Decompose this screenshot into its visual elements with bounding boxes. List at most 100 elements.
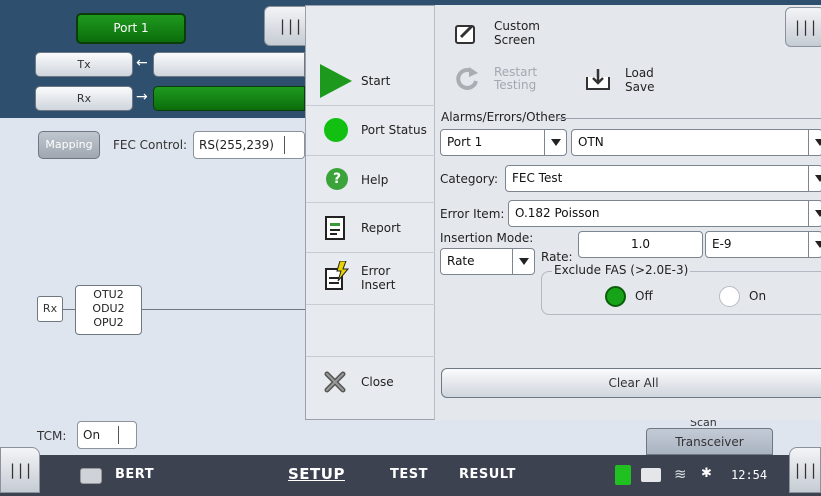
error-insert-label-line2: Insert — [361, 278, 396, 292]
tx-bar — [153, 52, 305, 77]
otn-select[interactable]: OTN — [571, 129, 821, 156]
tcm-label: TCM: — [37, 429, 67, 443]
otu-stack-box[interactable]: OTU2 ODU2 OPU2 — [75, 285, 142, 335]
exclude-fas-on-radio[interactable]: On — [719, 286, 789, 308]
rate-value-field[interactable]: 1.0 — [578, 231, 703, 258]
fec-control-label: FEC Control: — [113, 138, 188, 152]
load-save-button[interactable]: Load Save — [585, 63, 675, 97]
otu-label: OTU2 — [93, 288, 124, 301]
wifi-icon: ≋ — [674, 465, 687, 483]
restart-icon — [456, 67, 478, 90]
rx-small-box: Rx — [37, 296, 63, 322]
error-insert-icon — [325, 261, 350, 290]
clear-all-button[interactable]: Clear All — [441, 368, 821, 398]
custom-screen-label-line1: Custom — [494, 19, 540, 33]
handle-grip-icon: ||| — [792, 18, 818, 36]
chevron-down-icon — [808, 166, 821, 191]
category-value: FEC Test — [512, 171, 563, 185]
odu-label: ODU2 — [92, 302, 125, 315]
load-save-label-line1: Load — [625, 66, 654, 80]
load-save-icon — [586, 69, 610, 90]
rx-button[interactable]: Rx — [35, 86, 133, 111]
transceiver-button[interactable]: Transceiver — [646, 428, 773, 455]
tcm-value: On — [83, 428, 101, 442]
chevron-down-icon — [512, 249, 534, 274]
rx-arrow-icon: → — [136, 89, 148, 105]
chevron-down-icon — [808, 130, 821, 155]
report-menu-item[interactable]: Report — [306, 203, 435, 253]
side-menu: Start Port Status ? Help Report Error Ins… — [305, 5, 435, 420]
test-tab[interactable]: TEST — [390, 467, 428, 482]
error-insert-label: Error Insert — [361, 264, 395, 292]
app-name: BERT — [115, 467, 155, 482]
otn-select-value: OTN — [578, 135, 604, 149]
rate-value: 1.0 — [630, 237, 651, 251]
right-panel-handle[interactable]: ||| — [789, 447, 821, 493]
port-select[interactable]: Port 1 — [440, 129, 567, 156]
error-insert-label-line1: Error — [361, 264, 391, 278]
port-1-button[interactable]: Port 1 — [76, 13, 186, 44]
load-save-label-line2: Save — [625, 80, 655, 94]
tcm-field[interactable]: On — [77, 421, 137, 449]
rate-label: Rate: — [541, 250, 573, 264]
error-item-value: O.182 Poisson — [515, 206, 600, 220]
status-bar: ||| BERT SETUP TEST RESULT ≋ ✱ 12:54 ||| — [0, 447, 821, 496]
on-label: On — [749, 289, 767, 303]
field-divider — [118, 426, 119, 444]
fec-control-value: RS(255,239) — [199, 138, 274, 152]
settings-panel: Custom Screen ||| Restart Testing Load Save… — [435, 5, 821, 420]
rate-exponent-value: E-9 — [712, 237, 732, 251]
otu-connector — [142, 309, 305, 310]
mapping-button[interactable]: Mapping — [38, 131, 100, 159]
handle-grip-icon: ||| — [7, 461, 33, 479]
status-dot-icon — [324, 118, 348, 142]
close-label: Close — [361, 375, 394, 389]
chevron-down-icon — [544, 130, 566, 155]
left-panel-handle[interactable]: ||| — [0, 447, 40, 493]
error-insert-menu-item[interactable]: Error Insert — [306, 253, 435, 305]
close-menu-item[interactable]: Close — [306, 356, 435, 406]
field-divider — [284, 136, 285, 154]
off-label: Off — [635, 289, 653, 303]
alarms-section-title: Alarms/Errors/Others — [441, 110, 567, 124]
opu-label: OPU2 — [93, 316, 124, 329]
result-tab[interactable]: RESULT — [459, 467, 516, 482]
custom-screen-button[interactable]: Custom Screen — [452, 17, 552, 51]
radio-unselected-icon — [719, 286, 740, 307]
custom-screen-label: Custom Screen — [494, 19, 540, 47]
restart-testing-button: Restart Testing — [452, 63, 552, 97]
play-icon — [320, 64, 352, 98]
report-label: Report — [361, 221, 401, 235]
port-status-label: Port Status — [361, 123, 427, 137]
bluetooth-icon: ✱ — [701, 466, 712, 481]
help-menu-item[interactable]: ? Help — [306, 156, 435, 203]
handle-grip-icon: ||| — [792, 461, 818, 479]
power-plug-icon — [615, 465, 631, 485]
chevron-down-icon — [808, 232, 821, 257]
restart-testing-label: Restart Testing — [494, 66, 537, 92]
help-icon: ? — [326, 168, 348, 190]
tx-arrow-icon: ← — [136, 55, 148, 71]
port-status-menu-item[interactable]: Port Status — [306, 106, 435, 156]
rate-exponent-select[interactable]: E-9 — [705, 231, 821, 258]
panel-handle-right[interactable]: ||| — [785, 7, 821, 47]
setup-tab[interactable]: SETUP — [288, 465, 345, 483]
restart-testing-label-line2: Testing — [494, 78, 537, 92]
radio-selected-icon — [605, 286, 626, 307]
app-grid-icon[interactable] — [80, 468, 102, 484]
chevron-down-icon — [808, 201, 821, 226]
alarms-title-rule — [557, 118, 821, 119]
insertion-mode-label: Insertion Mode: — [440, 231, 534, 245]
insertion-mode-select[interactable]: Rate — [440, 248, 535, 275]
custom-screen-icon — [455, 24, 475, 44]
rx-bar — [153, 86, 305, 111]
tx-button[interactable]: Tx — [35, 52, 133, 77]
category-select[interactable]: FEC Test — [505, 165, 821, 192]
close-icon — [324, 371, 346, 393]
exclude-fas-off-radio[interactable]: Off — [605, 286, 675, 308]
rx-connector — [63, 309, 75, 310]
error-item-select[interactable]: O.182 Poisson — [508, 200, 821, 227]
start-menu-item[interactable]: Start — [306, 56, 435, 106]
fec-control-field[interactable]: RS(255,239) — [193, 131, 305, 159]
clock-time: 12:54 — [731, 468, 768, 482]
